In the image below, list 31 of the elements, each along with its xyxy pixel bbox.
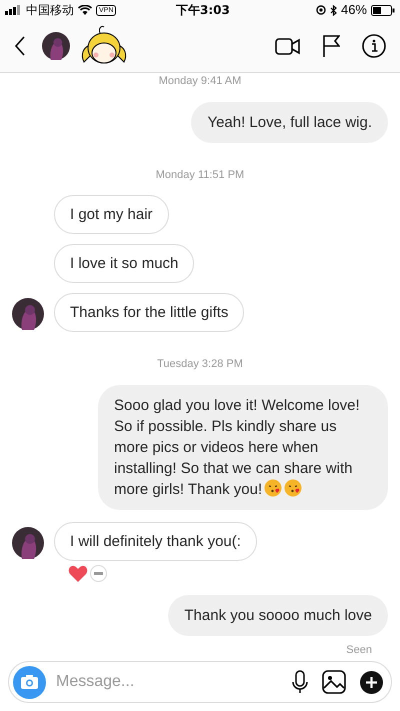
avatar[interactable] bbox=[12, 298, 44, 330]
message-timestamp: Monday 11:51 PM bbox=[156, 168, 244, 182]
avatar[interactable] bbox=[42, 32, 70, 60]
bluetooth-icon bbox=[330, 4, 337, 16]
battery-icon bbox=[371, 4, 395, 16]
wifi-icon bbox=[78, 5, 92, 15]
signal-icon bbox=[5, 5, 22, 15]
message-composer[interactable]: Message... bbox=[8, 661, 392, 703]
carrier-name: 中国移动 bbox=[26, 2, 74, 19]
image-icon[interactable] bbox=[322, 670, 346, 694]
battery-percent: 46% bbox=[340, 1, 367, 20]
message-timestamp: Tuesday 3:28 PM bbox=[157, 357, 243, 372]
received-message[interactable]: I got my hair bbox=[54, 195, 169, 234]
camera-icon[interactable] bbox=[13, 666, 46, 698]
info-icon[interactable] bbox=[362, 34, 386, 58]
avatar[interactable] bbox=[12, 526, 44, 558]
status-time: 下午3:03 bbox=[176, 2, 230, 19]
message-input[interactable]: Message... bbox=[56, 670, 292, 694]
add-icon[interactable] bbox=[360, 670, 383, 694]
received-message[interactable]: I love it so much bbox=[54, 244, 194, 283]
sent-message[interactable]: Sooo glad you love it! Welcome love! So if possible. Pls kindly share us more pics or videos here when installing! So that we can share with more girls! Thank you! bbox=[98, 384, 388, 510]
received-message[interactable]: Thanks for the little gifts bbox=[54, 293, 244, 332]
sent-message[interactable]: Thank you soooo much love bbox=[168, 594, 388, 636]
microphone-icon[interactable] bbox=[292, 670, 308, 694]
flag-icon[interactable] bbox=[322, 35, 340, 57]
received-message[interactable]: I will definitely thank you(: bbox=[54, 522, 257, 560]
message-timestamp: Monday 9:41 AM bbox=[158, 74, 242, 89]
sent-message[interactable]: Yeah! Love, full lace wig. bbox=[191, 102, 388, 142]
seen-label: Seen bbox=[346, 642, 372, 658]
video-call-icon[interactable] bbox=[275, 38, 300, 54]
back-icon[interactable] bbox=[14, 36, 26, 56]
